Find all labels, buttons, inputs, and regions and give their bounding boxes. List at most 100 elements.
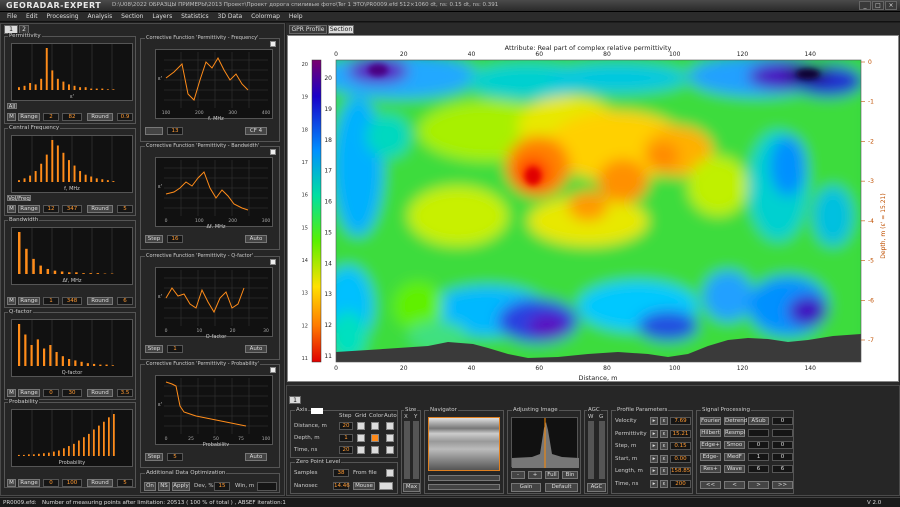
- signal-cell[interactable]: 6: [748, 465, 769, 473]
- profile-row-button[interactable]: ▸: [650, 479, 658, 488]
- axis-grid-checkbox[interactable]: [357, 422, 365, 430]
- corrective-checkbox[interactable]: [270, 149, 276, 155]
- navigator-preview[interactable]: [428, 417, 500, 471]
- tab-section[interactable]: Section: [328, 25, 354, 34]
- histogram-max-input[interactable]: 30: [62, 389, 82, 397]
- corrective-checkbox[interactable]: [270, 367, 276, 373]
- histogram-plot[interactable]: ε': [11, 43, 133, 101]
- histogram-plot[interactable]: Probability: [11, 409, 133, 467]
- histogram-min-input[interactable]: 2: [43, 113, 59, 121]
- profile-row-value[interactable]: 200: [670, 479, 691, 488]
- corrective-auto-button[interactable]: Auto: [245, 235, 267, 243]
- signal-cell[interactable]: 0: [772, 441, 793, 449]
- size-x-slider[interactable]: [404, 421, 410, 479]
- section-chart[interactable]: Attribute: Real part of complex relative…: [288, 36, 900, 383]
- signal-nav-button[interactable]: <: [724, 481, 745, 489]
- navigator-scrollbar-zoom[interactable]: [428, 484, 500, 490]
- corrective-step-input[interactable]: 5: [167, 453, 183, 461]
- corrective-plot[interactable]: ε' 0 25 50 75 100 Probability: [155, 375, 273, 448]
- corrective-step-button[interactable]: Step: [145, 453, 163, 461]
- histogram-round-button[interactable]: Round: [87, 479, 113, 487]
- histogram-round-button[interactable]: Round: [87, 113, 113, 121]
- minimize-button[interactable]: _: [859, 1, 871, 10]
- signal-cell[interactable]: Fourier: [700, 417, 721, 425]
- signal-cell[interactable]: Resmpl: [724, 429, 745, 437]
- profile-row-value[interactable]: 0.00: [670, 454, 691, 463]
- menu-help[interactable]: Help: [289, 12, 303, 22]
- corrective-step-input[interactable]: 13: [167, 127, 183, 135]
- corrective-plot[interactable]: ε' 0 100 200 300 Δf, MHz: [155, 157, 273, 230]
- axis-color-swatch-1[interactable]: [371, 434, 379, 442]
- histogram-plot[interactable]: f, MHz: [11, 135, 133, 193]
- axis-color-swatch-0[interactable]: [371, 422, 379, 430]
- bottom-tab-1[interactable]: 1: [289, 396, 301, 404]
- profile-row-button[interactable]: ▸: [650, 429, 658, 438]
- axis-auto-checkbox[interactable]: [386, 434, 394, 442]
- axis-step-input[interactable]: 20: [339, 446, 353, 454]
- default-button[interactable]: Default: [545, 483, 578, 492]
- adjusting-histogram[interactable]: [511, 417, 579, 468]
- signal-cell[interactable]: Smoo: [724, 441, 745, 449]
- histogram-max-input[interactable]: 100: [62, 479, 82, 487]
- profile-row-edit[interactable]: ε: [660, 417, 668, 425]
- mouse-field[interactable]: [379, 482, 393, 490]
- menu-edit[interactable]: Edit: [26, 12, 38, 22]
- axis-auto-checkbox[interactable]: [386, 422, 394, 430]
- histogram-round-input[interactable]: 6: [117, 297, 133, 305]
- navigator-scrollbar-h[interactable]: [428, 475, 500, 481]
- samples-input[interactable]: 38: [333, 469, 349, 477]
- agc-w-slider[interactable]: [588, 421, 594, 479]
- signal-cell[interactable]: Edge-: [700, 453, 721, 461]
- profile-row-value[interactable]: 7.69: [670, 417, 691, 425]
- menu-layers[interactable]: Layers: [152, 12, 172, 22]
- tab-gpr-profile[interactable]: GPR Profile: [289, 25, 327, 34]
- axis-color-swatch-2[interactable]: [371, 446, 379, 454]
- signal-nav-button[interactable]: >: [748, 481, 769, 489]
- maximize-button[interactable]: □: [872, 1, 884, 10]
- histogram-max-input[interactable]: 347: [62, 205, 82, 213]
- corrective-auto-button[interactable]: CF 4: [245, 127, 267, 135]
- on-button[interactable]: On: [144, 482, 156, 491]
- menu-analysis[interactable]: Analysis: [87, 12, 112, 22]
- histogram-min-input[interactable]: 0: [43, 479, 59, 487]
- histogram-round-button[interactable]: Round: [87, 389, 113, 397]
- histogram-mode-button[interactable]: M: [7, 297, 16, 305]
- signal-cell[interactable]: ASub: [748, 417, 769, 425]
- histogram-range-button[interactable]: Range: [18, 389, 40, 397]
- axis-auto-checkbox[interactable]: [386, 446, 394, 454]
- size-max-button[interactable]: Max: [403, 483, 420, 492]
- histogram-mode-button[interactable]: M: [7, 389, 16, 397]
- profile-row-edit[interactable]: ε: [660, 479, 668, 488]
- histogram-round-input[interactable]: 5: [117, 479, 133, 487]
- histogram-min-input[interactable]: 12: [43, 205, 59, 213]
- corrective-blank-button[interactable]: [145, 127, 163, 135]
- corrective-step-input[interactable]: 16: [167, 235, 183, 243]
- dev-input[interactable]: 15: [214, 482, 230, 491]
- signal-cell[interactable]: 0: [748, 441, 769, 449]
- histogram-round-input[interactable]: 0.9: [117, 113, 133, 121]
- profile-row-button[interactable]: ▸: [650, 467, 658, 475]
- corrective-plot[interactable]: ε' 0 10 20 30 Q-factor: [155, 267, 273, 340]
- histogram-mode-button[interactable]: M: [7, 479, 16, 487]
- signal-cell[interactable]: Wave: [724, 465, 745, 473]
- histogram-round-button[interactable]: Round: [87, 297, 113, 305]
- profile-row-value[interactable]: 158.85: [670, 467, 691, 475]
- histogram-max-input[interactable]: 82: [62, 113, 82, 121]
- close-button[interactable]: ×: [885, 1, 897, 10]
- signal-cell[interactable]: 1: [748, 453, 769, 461]
- win-input[interactable]: [257, 482, 277, 491]
- vol-freq-button[interactable]: Vol/Freq: [7, 195, 31, 202]
- profile-row-edit[interactable]: ε: [660, 442, 668, 450]
- histogram-range-button[interactable]: Range: [18, 205, 40, 213]
- corrective-checkbox[interactable]: [270, 41, 276, 47]
- agc-g-slider[interactable]: [599, 421, 605, 479]
- corrective-auto-button[interactable]: Auto: [245, 345, 267, 353]
- profile-row-edit[interactable]: ε: [660, 429, 668, 438]
- signal-cell[interactable]: Hilbert: [700, 429, 721, 437]
- signal-nav-button[interactable]: >>: [772, 481, 793, 489]
- signal-cell[interactable]: [772, 429, 793, 437]
- ns-button[interactable]: NS: [158, 482, 170, 491]
- adjust-full-button[interactable]: Full: [545, 471, 559, 479]
- corrective-step-button[interactable]: Step: [145, 345, 163, 353]
- profile-row-button[interactable]: ▸: [650, 442, 658, 450]
